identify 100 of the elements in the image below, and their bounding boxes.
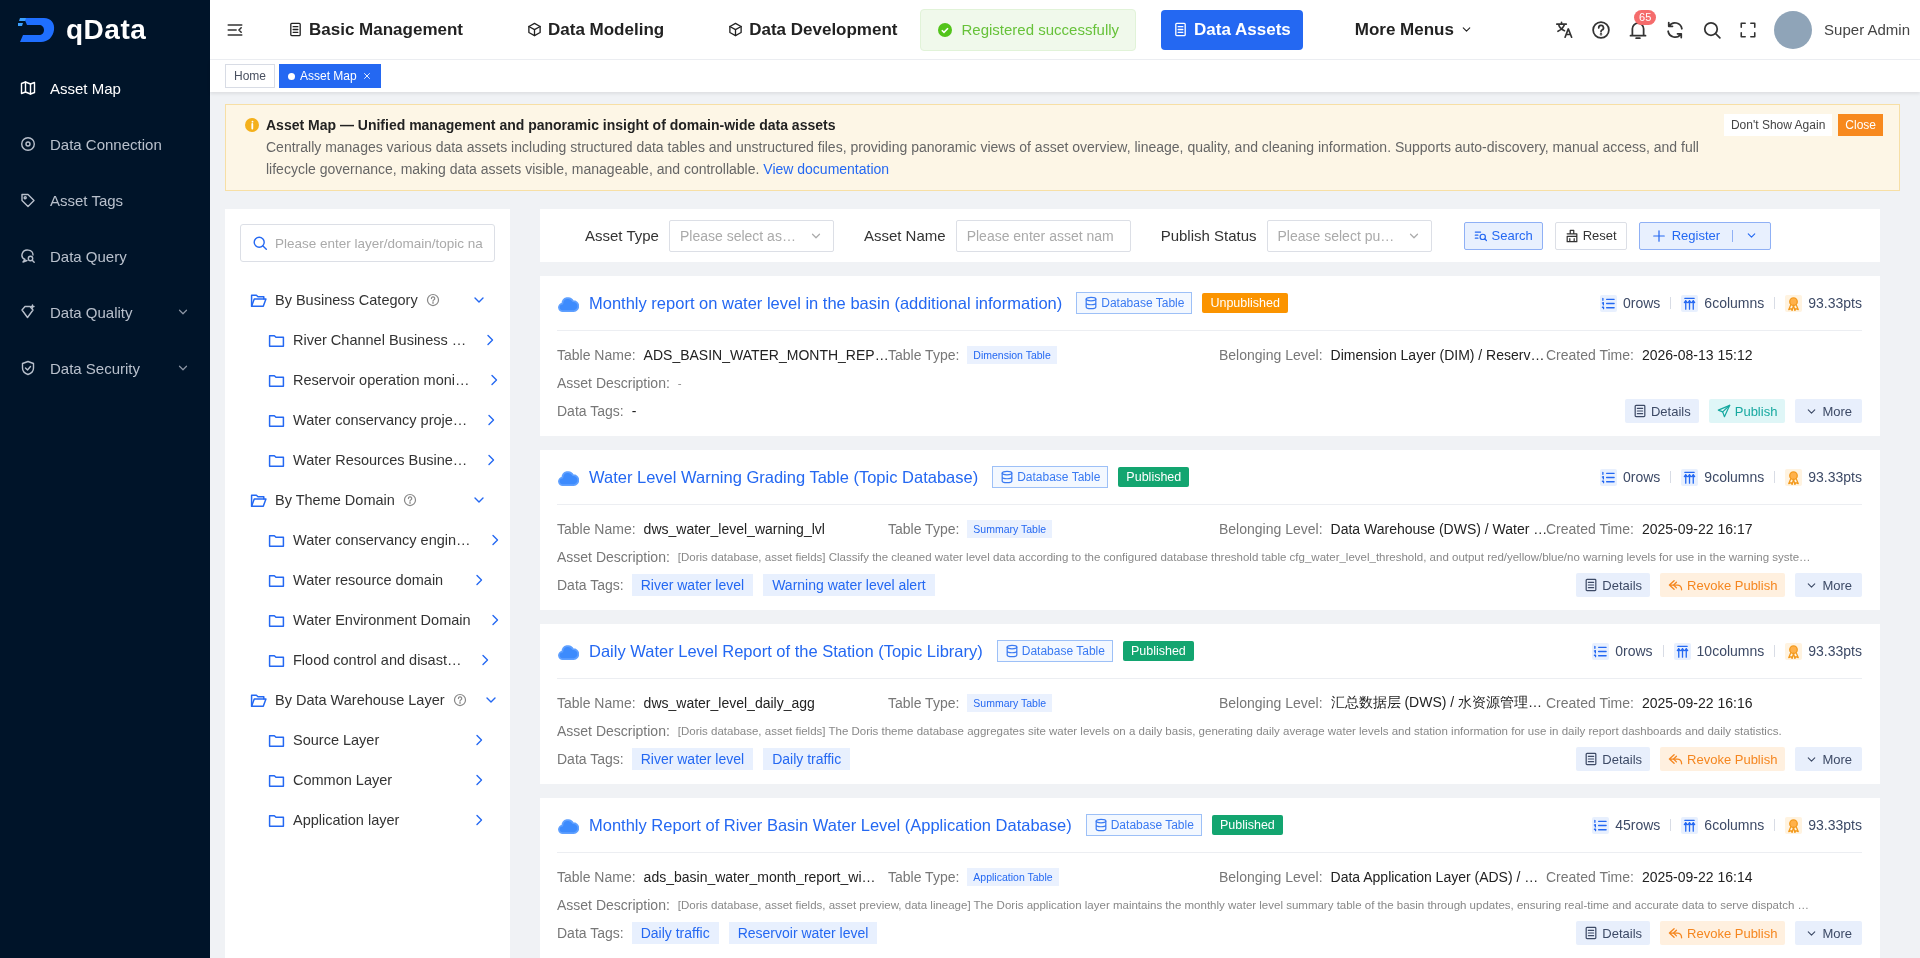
search-button[interactable]: Search: [1463, 221, 1543, 250]
field-value: ADS_BASIN_WATER_MONTH_REP…: [643, 347, 889, 363]
dont-show-again-button[interactable]: Don't Show Again: [1723, 114, 1833, 136]
tree-group[interactable]: By Theme Domain: [240, 480, 495, 520]
field-label: Data Tags:: [557, 925, 624, 941]
filter-label: Publish Status: [1160, 227, 1257, 244]
tree-item[interactable]: Water Environment Domain: [240, 600, 495, 640]
send-icon: [1716, 404, 1731, 418]
search-icon: [1702, 19, 1723, 40]
more-button[interactable]: More: [1795, 921, 1862, 945]
refresh-icon: [1665, 19, 1686, 40]
details-button[interactable]: Details: [1576, 921, 1651, 945]
status-badge: Unpublished: [1202, 293, 1288, 313]
sidebar-item[interactable]: Data Quality: [0, 284, 210, 340]
asset-description: [Doris database, asset fields] The Doris theme database aggregates site water levels on a daily basis, generating daily average water levels and station information for use in daily report dashboards and daily statistics.: [677, 725, 1782, 737]
plus-icon: [1651, 228, 1666, 243]
document-icon: [1584, 926, 1599, 940]
tree-search-field[interactable]: Please enter layer/domain/topic na: [240, 224, 495, 262]
data-tag: River water level: [631, 574, 754, 596]
sidebar-item[interactable]: Asset Map: [0, 60, 210, 116]
sidebar-item[interactable]: Data Connection: [0, 116, 210, 172]
field-label: Table Type:: [888, 695, 960, 711]
field-label: Belonging Level:: [1219, 695, 1323, 711]
reset-button[interactable]: Reset: [1554, 221, 1627, 250]
menu-tab[interactable]: Basic Management: [276, 9, 475, 50]
field-value: 2026-08-13 15:12: [1641, 347, 1753, 363]
avatar[interactable]: [1774, 10, 1813, 49]
tree-group[interactable]: By Data Warehouse Layer: [240, 680, 495, 720]
database-icon: [1004, 644, 1019, 658]
details-button[interactable]: Details: [1576, 747, 1651, 771]
shield-icon: [20, 360, 36, 376]
document-icon: [1584, 752, 1599, 766]
tree-item[interactable]: Application layer: [240, 800, 495, 840]
search-list-icon: [1473, 228, 1488, 243]
table-type-tag: Dimension Table: [967, 346, 1057, 364]
diamond-icon: [20, 304, 36, 320]
tree-item[interactable]: River Channel Business …: [240, 320, 495, 360]
database-icon: [1000, 470, 1015, 484]
sidebar-item[interactable]: Data Query: [0, 228, 210, 284]
field-label: Created Time:: [1546, 347, 1634, 363]
field-value: 2025-09-22 16:17: [1641, 521, 1753, 537]
list-icon: [1592, 642, 1610, 660]
list-icon: [1600, 294, 1617, 312]
page-tab[interactable]: Home: [225, 64, 275, 88]
document-icon: [1633, 404, 1647, 418]
close-icon[interactable]: [361, 71, 372, 81]
tree-item[interactable]: Water Resources Busine…: [240, 440, 495, 480]
asset-title-link[interactable]: Monthly report on water level in the basin (additional information): [589, 293, 1063, 313]
database-icon: [1093, 818, 1108, 832]
asset-title-link[interactable]: Water Level Warning Grading Table (Topic Database): [589, 467, 979, 487]
field-label: Table Name:: [557, 869, 636, 885]
documentation-link[interactable]: View documentation: [763, 161, 890, 177]
quality-score: 93.33pts: [1808, 469, 1862, 485]
database-table-tag: Database Table: [1076, 292, 1193, 314]
help-icon: [425, 293, 440, 307]
user-name[interactable]: Super Admin: [1824, 21, 1910, 38]
asset-title-link[interactable]: Daily Water Level Report of the Station (Topic Library): [589, 641, 983, 661]
database-icon: [1084, 296, 1099, 310]
menu-tab[interactable]: Data Modeling: [515, 9, 677, 50]
menu-tab[interactable]: Data Development: [716, 9, 910, 50]
status-badge: Published: [1122, 641, 1194, 661]
field-value: Data Warehouse (DWS) / Water …: [1330, 521, 1548, 537]
document-icon: [1173, 22, 1189, 37]
tree-item[interactable]: Flood control and disast…: [240, 640, 495, 680]
columns-icon: [1681, 294, 1699, 312]
tree-item[interactable]: Water conservancy proje…: [240, 400, 495, 440]
more-button[interactable]: More: [1795, 399, 1862, 423]
award-icon: [1785, 468, 1803, 486]
menu-tab[interactable]: Data Assets: [1161, 9, 1303, 50]
field-label: Table Type:: [888, 521, 960, 537]
tree-item[interactable]: Source Layer: [240, 720, 495, 760]
more-button[interactable]: More: [1795, 747, 1862, 771]
more-button[interactable]: More: [1795, 573, 1862, 597]
page-tab[interactable]: Asset Map: [279, 64, 381, 88]
tree-item[interactable]: Water resource domain: [240, 560, 495, 600]
list-icon: [1600, 468, 1617, 486]
field-label: Data Tags:: [557, 751, 624, 767]
details-button[interactable]: Details: [1576, 573, 1651, 597]
tree-item[interactable]: Reservoir operation moni…: [240, 360, 495, 400]
register-button[interactable]: Register: [1638, 221, 1772, 250]
sidebar-item[interactable]: Data Security: [0, 340, 210, 396]
broom-icon: [1564, 228, 1579, 243]
menu-tab[interactable]: More Menus: [1342, 9, 1485, 50]
row-count: 0rows: [1623, 469, 1661, 485]
field-value: Dimension Layer (DIM) / Reserv…: [1330, 347, 1545, 363]
field-label: Asset Description:: [557, 897, 670, 913]
details-button[interactable]: Details: [1625, 399, 1699, 423]
asset-title-link[interactable]: Monthly Report of River Basin Water Level (Application Database): [589, 815, 1072, 835]
row-count: 0rows: [1623, 295, 1661, 311]
row-count: 0rows: [1615, 643, 1653, 659]
filter-label: Asset Type: [585, 227, 659, 244]
field-label: Data Tags:: [557, 577, 624, 593]
sidebar-item[interactable]: Asset Tags: [0, 172, 210, 228]
input-field[interactable]: Please enter asset nam: [955, 219, 1131, 252]
tree-item[interactable]: Water conservancy engin…: [240, 520, 495, 560]
tree-item[interactable]: Common Layer: [240, 760, 495, 800]
field-value: dws_water_level_daily_agg: [643, 695, 815, 711]
tree-group[interactable]: By Business Category: [240, 280, 495, 320]
field-label: Created Time:: [1546, 521, 1634, 537]
notification-badge: 65: [1634, 9, 1657, 25]
